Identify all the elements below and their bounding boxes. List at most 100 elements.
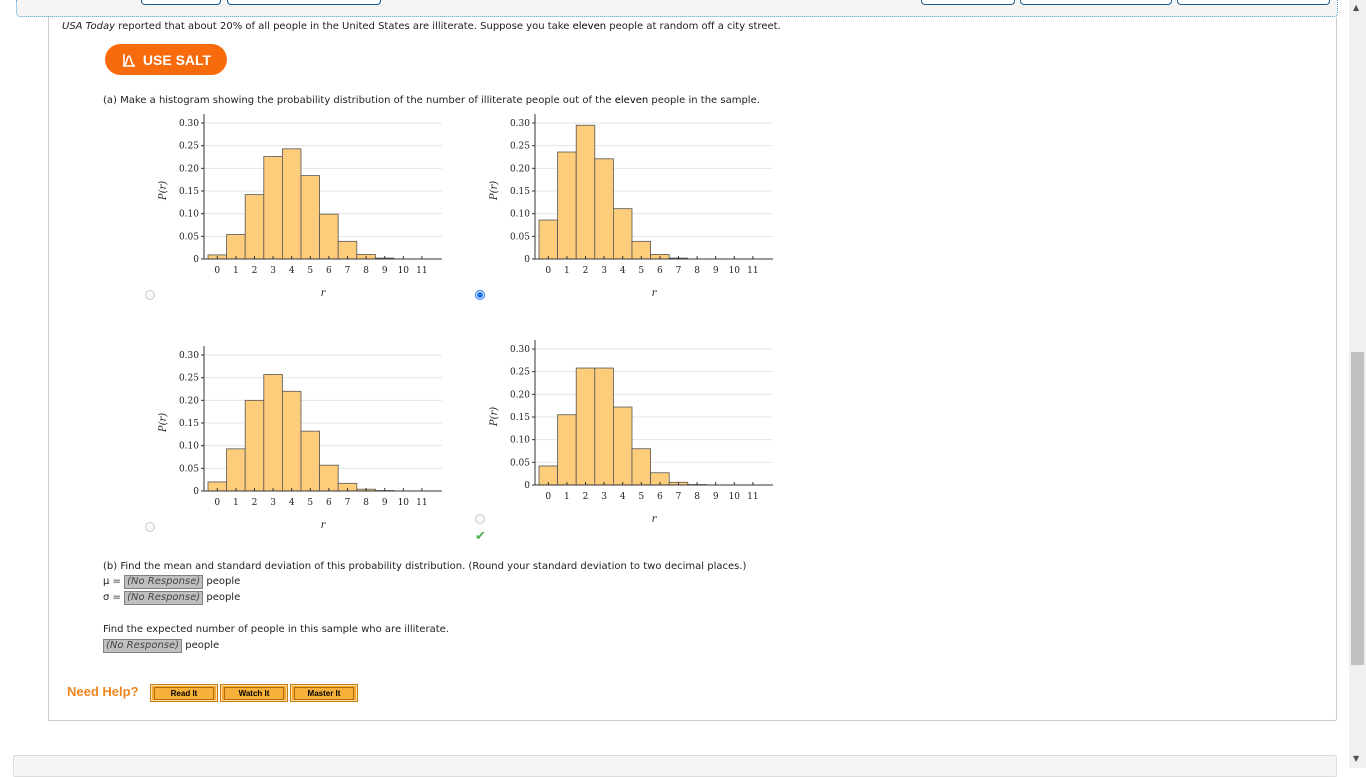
y-tick-label: 0.20 — [510, 390, 530, 400]
x-tick-label: 3 — [601, 266, 607, 276]
y-tick-label: 0.25 — [179, 142, 199, 152]
x-tick-label: 4 — [289, 498, 295, 508]
y-tick-label: 0.10 — [510, 436, 530, 446]
expected-prompt: Find the expected number of people in th… — [103, 624, 449, 635]
x-tick-label: 6 — [326, 266, 332, 276]
option-d-radio[interactable] — [475, 514, 485, 524]
salt-distribution-icon — [121, 52, 137, 68]
scroll-up-arrow-icon[interactable]: ▲ — [1353, 3, 1359, 12]
histogram-bar — [282, 391, 301, 491]
histogram-option-a: 00.050.100.150.200.250.3001234567891011r… — [150, 112, 450, 306]
x-tick-label: 11 — [416, 266, 427, 276]
y-tick-label: 0.25 — [510, 368, 530, 378]
x-tick-label: 10 — [729, 492, 741, 502]
intro-text-end: people at random off a city street. — [606, 21, 781, 32]
x-tick-label: 2 — [583, 266, 589, 276]
x-tick-label: 2 — [252, 498, 258, 508]
watch-it-button[interactable]: Watch It — [220, 684, 288, 702]
y-tick-label: 0.05 — [510, 458, 530, 468]
option-b-radio[interactable] — [475, 290, 485, 300]
expected-answer-field[interactable]: (No Response) — [103, 639, 182, 653]
expected-row: (No Response) people — [103, 639, 219, 653]
histogram-bar — [613, 407, 632, 485]
x-tick-label: 5 — [307, 266, 313, 276]
use-salt-button[interactable]: USE SALT — [105, 44, 227, 75]
histogram-bar — [320, 465, 339, 491]
x-tick-label: 3 — [601, 492, 607, 502]
option-c-radio[interactable] — [145, 522, 155, 532]
mu-label: μ = — [103, 576, 121, 587]
x-tick-label: 6 — [657, 492, 663, 502]
x-tick-label: 11 — [747, 266, 758, 276]
question-intro: USA Today reported that about 20% of all… — [62, 21, 781, 32]
master-it-button[interactable]: Master It — [290, 684, 358, 702]
mean-row: μ = (No Response) people — [103, 575, 240, 589]
histogram-bar — [576, 125, 595, 259]
x-tick-label: 3 — [270, 266, 276, 276]
x-tick-label: 6 — [326, 498, 332, 508]
y-tick-label: 0.30 — [179, 119, 199, 129]
toolbar-button-2[interactable] — [227, 0, 381, 5]
x-tick-label: 9 — [382, 266, 388, 276]
master-it-label: Master It — [294, 687, 354, 700]
part-a-text-end: people in the sample. — [648, 95, 760, 106]
x-tick-label: 4 — [289, 266, 295, 276]
x-tick-label: 9 — [713, 266, 719, 276]
y-tick-label: 0.15 — [510, 413, 530, 423]
expected-unit: people — [185, 640, 219, 651]
histogram-bar — [245, 195, 264, 259]
x-tick-label: 9 — [713, 492, 719, 502]
histogram-bar — [301, 431, 320, 491]
toolbar-button-1[interactable] — [141, 0, 221, 5]
scroll-down-arrow-icon[interactable]: ▼ — [1353, 754, 1359, 763]
histogram-bar — [245, 400, 264, 491]
intro-text: reported that about 20% of all people in… — [115, 21, 572, 32]
x-tick-label: 1 — [233, 498, 239, 508]
histogram-bar — [576, 368, 595, 485]
y-tick-label: 0.05 — [510, 232, 530, 242]
sd-answer-field[interactable]: (No Response) — [124, 591, 203, 605]
read-it-button[interactable]: Read It — [150, 684, 218, 702]
sigma-label: σ = — [103, 592, 121, 603]
histogram-bar — [227, 235, 246, 259]
read-it-label: Read It — [154, 687, 214, 700]
histogram-bar — [595, 368, 614, 485]
intro-bold: eleven — [573, 21, 607, 32]
histogram-bar — [264, 374, 283, 491]
x-tick-label: 4 — [620, 492, 626, 502]
source-name: USA Today — [62, 21, 115, 32]
x-tick-label: 0 — [214, 266, 220, 276]
x-tick-label: 10 — [398, 498, 410, 508]
toolbar-button-3[interactable] — [921, 0, 1015, 5]
y-tick-label: 0.30 — [179, 351, 199, 361]
x-tick-label: 1 — [564, 492, 570, 502]
toolbar-button-5[interactable] — [1177, 0, 1330, 5]
x-axis-label: r — [321, 288, 327, 299]
toolbar-button-4[interactable] — [1020, 0, 1172, 5]
vertical-scrollbar[interactable]: ▲ ▼ — [1349, 0, 1366, 768]
mean-answer-field[interactable]: (No Response) — [124, 575, 203, 589]
x-axis-label: r — [321, 520, 327, 531]
y-tick-label: 0 — [193, 487, 199, 497]
y-tick-label: 0.05 — [179, 232, 199, 242]
histogram-option-d: 00.050.100.150.200.250.3001234567891011r… — [481, 338, 781, 532]
sd-row: σ = (No Response) people — [103, 591, 240, 605]
histogram-bar — [558, 152, 577, 259]
scrollbar-thumb[interactable] — [1351, 352, 1364, 665]
x-tick-label: 9 — [382, 498, 388, 508]
y-tick-label: 0.05 — [179, 464, 199, 474]
next-question-box — [13, 755, 1337, 777]
y-tick-label: 0.20 — [179, 396, 199, 406]
x-tick-label: 0 — [545, 492, 551, 502]
x-tick-label: 11 — [416, 498, 427, 508]
x-tick-label: 8 — [694, 266, 700, 276]
y-tick-label: 0.20 — [510, 164, 530, 174]
correct-checkmark-icon: ✔ — [475, 529, 486, 544]
option-a-radio[interactable] — [145, 290, 155, 300]
y-tick-label: 0.15 — [510, 187, 530, 197]
x-tick-label: 8 — [363, 266, 369, 276]
x-tick-label: 11 — [747, 492, 758, 502]
x-axis-label: r — [652, 288, 658, 299]
y-tick-label: 0.15 — [179, 187, 199, 197]
x-tick-label: 1 — [233, 266, 239, 276]
